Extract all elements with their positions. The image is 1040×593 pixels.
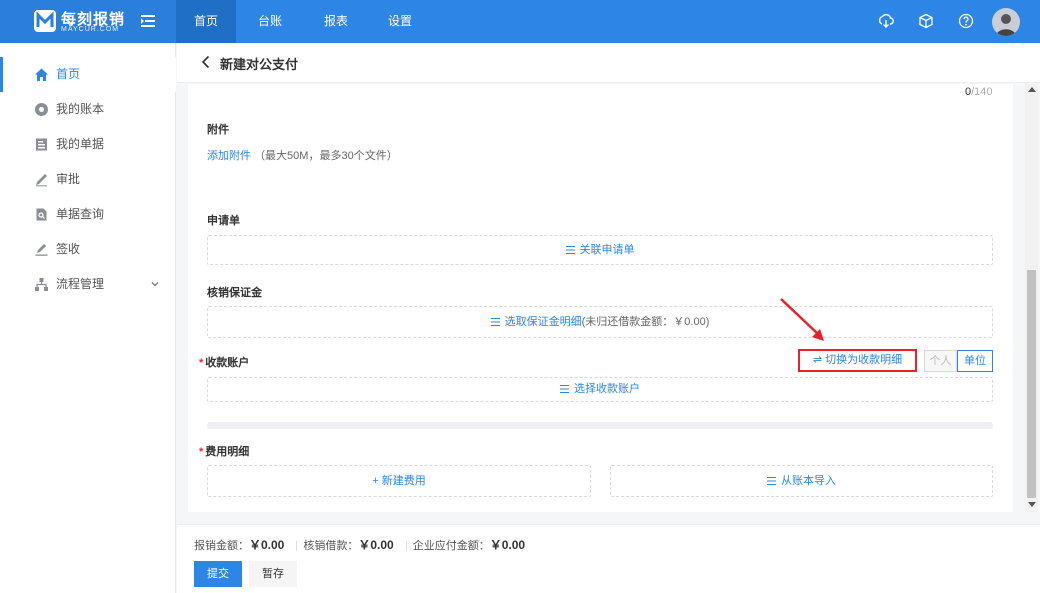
sidebar-item-label: 首页	[56, 67, 81, 81]
required-star: *	[199, 446, 204, 458]
select-account-label: 选择收款账户	[574, 383, 640, 395]
sidebar-item-flow[interactable]: 流程管理	[0, 267, 176, 302]
link-request-label: 关联申请单	[579, 244, 635, 256]
link-request-button[interactable]: 关联申请单	[207, 235, 993, 265]
sidebar-item-home[interactable]: 首页	[0, 57, 176, 92]
swap-icon: ⇌	[812, 354, 826, 366]
sidebar-item-label: 流程管理	[56, 277, 105, 291]
brand-sub: MAYCUR.COM	[61, 26, 120, 33]
scroll-down-icon[interactable]	[1028, 502, 1036, 508]
logo-area: 每刻报销 MAYCUR.COM	[0, 0, 176, 43]
list-icon	[490, 318, 500, 327]
add-expense-button[interactable]: + 新建费用	[207, 465, 591, 497]
cube-icon[interactable]	[918, 13, 934, 29]
select-deposit-label: 选取保证金明细	[504, 316, 582, 328]
deposit-note: (未归还借款金额：￥0.00)	[581, 316, 710, 328]
plus-icon: +	[372, 475, 382, 487]
attachment-label: 附件	[207, 124, 229, 136]
request-label: 申请单	[207, 215, 240, 227]
menu-toggle-icon[interactable]	[140, 13, 156, 29]
scrollbar-thumb[interactable]	[1027, 270, 1036, 498]
totals: 报销金额：￥0.00 核销借款：￥0.00 企业应付金额：￥0.00	[194, 536, 531, 553]
download-icon[interactable]	[878, 13, 894, 29]
nav-ledger[interactable]: 台账	[240, 0, 300, 43]
divider	[207, 422, 993, 429]
search-doc-icon	[36, 208, 47, 221]
add-attachment-link[interactable]: 添加附件	[207, 150, 251, 162]
sidebar-item-ledger[interactable]: 我的账本	[0, 92, 176, 127]
reimburse-label: 报销金额：	[194, 540, 249, 552]
page-header: 新建对公支付	[177, 43, 1040, 83]
nav-reports[interactable]: 报表	[306, 0, 366, 43]
ledger-icon	[35, 103, 48, 116]
annotation-arrow-icon	[780, 298, 824, 341]
account-label-text: 收款账户	[205, 357, 250, 369]
sidebar-item-label: 审批	[56, 172, 81, 186]
sidebar-item-doc-search[interactable]: 单据查询	[0, 197, 176, 232]
payable-label: 企业应付金额：	[412, 540, 490, 552]
separator	[296, 541, 298, 552]
writeoff-label: 核销借款：	[303, 540, 359, 552]
nav-settings[interactable]: 设置	[370, 0, 430, 43]
sidebar-item-label: 签收	[56, 242, 81, 256]
required-star: *	[199, 357, 204, 369]
import-from-ledger-button[interactable]: 从账本导入	[610, 465, 993, 497]
sign-icon	[35, 244, 48, 256]
sidebar-item-documents[interactable]: 我的单据	[0, 127, 176, 162]
pen-icon	[36, 174, 47, 187]
sidebar-item-label: 我的单据	[56, 137, 105, 151]
footer: 报销金额：￥0.00 核销借款：￥0.00 企业应付金额：￥0.00 提交 暂存	[177, 524, 1040, 593]
reimburse-value: ￥0.00	[249, 538, 285, 552]
expense-label-text: 费用明细	[205, 446, 250, 458]
chevron-down-icon[interactable]	[150, 279, 160, 289]
nav-home[interactable]: 首页	[176, 0, 236, 43]
flow-icon	[35, 278, 48, 291]
scroll-up-icon[interactable]	[1028, 86, 1036, 92]
submit-button[interactable]: 提交	[194, 561, 242, 587]
top-bar: 每刻报销 MAYCUR.COM 首页 台账 报表 设置	[0, 0, 1040, 43]
add-expense-label: 新建费用	[381, 475, 426, 487]
sidebar-item-label: 单据查询	[56, 207, 105, 221]
page-title: 新建对公支付	[220, 57, 299, 72]
switch-to-detail-button[interactable]: ⇌ 切换为收款明细	[798, 349, 917, 372]
payable-value: ￥0.00	[489, 538, 526, 552]
seg-company[interactable]: 单位	[957, 350, 993, 372]
attachment-row: 添加附件 （最大50M，最多30个文件）	[207, 147, 398, 163]
separator	[405, 541, 407, 552]
select-deposit-button[interactable]: 选取保证金明细(未归还借款金额：￥0.00)	[207, 306, 993, 338]
save-draft-button[interactable]: 暂存	[249, 561, 297, 587]
seg-personal[interactable]: 个人	[924, 350, 957, 372]
expense-label: * 费用明细	[199, 443, 249, 459]
writeoff-value: ￥0.00	[358, 538, 394, 552]
home-icon	[35, 68, 48, 81]
list-icon	[767, 477, 776, 486]
maycur-logo-icon	[34, 10, 56, 32]
select-account-button[interactable]: 选择收款账户	[207, 377, 993, 402]
back-icon[interactable]	[199, 55, 213, 69]
document-icon	[36, 138, 47, 151]
counter-total: /140	[971, 86, 993, 98]
char-counter: 0/140	[965, 86, 993, 98]
sidebar-item-sign[interactable]: 签收	[0, 232, 176, 267]
deposit-label: 核销保证金	[207, 287, 262, 299]
list-icon	[560, 385, 569, 394]
attachment-hint: （最大50M，最多30个文件）	[254, 150, 398, 162]
import-label: 从账本导入	[781, 475, 836, 487]
help-icon[interactable]	[958, 13, 974, 29]
sidebar-item-label: 我的账本	[56, 102, 105, 116]
list-icon	[565, 246, 575, 255]
account-label: * 收款账户	[199, 354, 249, 370]
sidebar-item-approval[interactable]: 审批	[0, 162, 176, 197]
avatar[interactable]	[992, 8, 1020, 36]
sidebar: 首页 我的账本 我的单据 审批 单据查询 签收 流程管理	[0, 43, 176, 593]
switch-label: 切换为收款明细	[825, 354, 903, 366]
